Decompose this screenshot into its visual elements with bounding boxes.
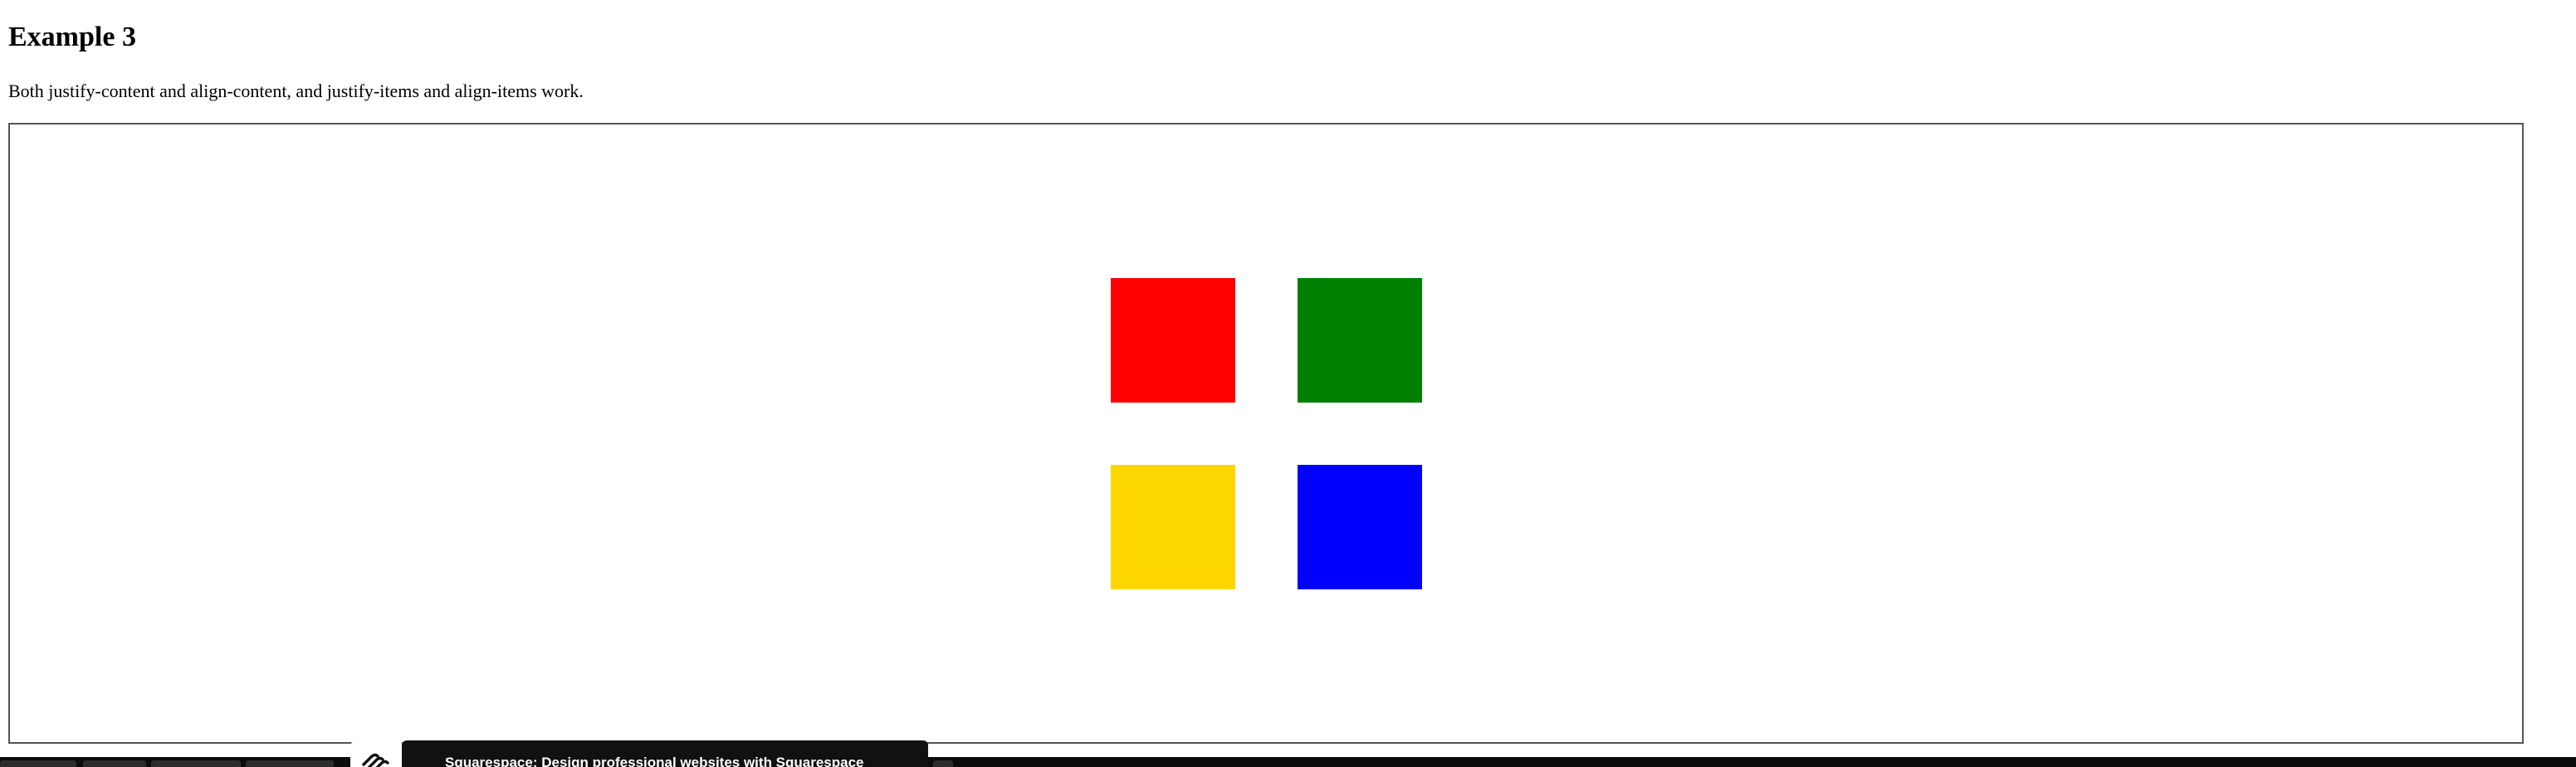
page-description: Both justify-content and align-content, … xyxy=(8,81,584,101)
grid-item-green xyxy=(1297,277,1422,403)
bottom-bar-tab[interactable] xyxy=(246,760,334,767)
grid-item-blue xyxy=(1297,464,1422,589)
ad-logo-box[interactable] xyxy=(350,741,402,767)
bottom-bar-tab[interactable] xyxy=(151,760,241,767)
ad-banner[interactable]: Squarespace: Design professional website… xyxy=(402,740,928,767)
ad-banner-text[interactable]: Squarespace: Design professional website… xyxy=(445,754,864,767)
squarespace-logo-icon xyxy=(362,753,389,767)
bottom-bar-tab[interactable] xyxy=(83,760,146,767)
grid-item-gold xyxy=(1110,464,1235,589)
bottom-bar-tab[interactable] xyxy=(933,760,953,767)
grid-item-red xyxy=(1110,277,1235,403)
bottom-bar-tab[interactable] xyxy=(0,760,76,767)
grid-container xyxy=(8,123,2524,744)
page-title: Example 3 xyxy=(8,22,136,52)
